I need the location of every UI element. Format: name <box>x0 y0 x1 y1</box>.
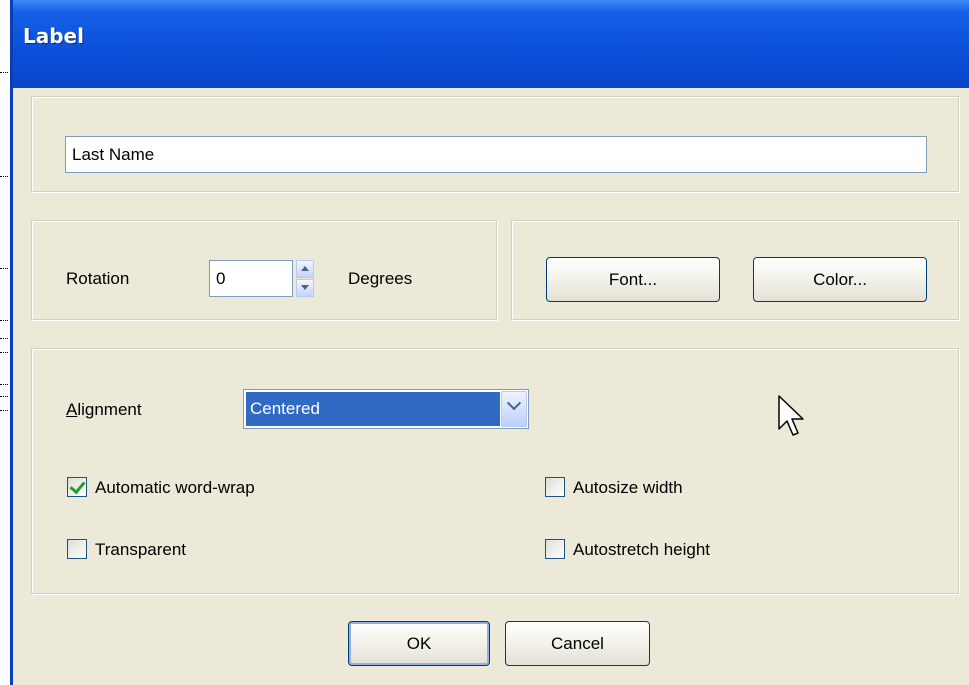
strip-mark <box>0 338 8 339</box>
autosize-width-checkbox[interactable] <box>545 477 565 497</box>
strip-mark <box>0 396 8 397</box>
automatic-word-wrap-checkbox[interactable] <box>67 477 87 497</box>
color-button[interactable]: Color... <box>753 257 927 302</box>
window-title: Label <box>23 24 84 48</box>
strip-mark <box>0 72 8 73</box>
alignment-options-group: Alignment Centered Automatic word-wrap T… <box>31 348 959 594</box>
chevron-down-icon <box>506 396 522 411</box>
strip-mark <box>0 384 8 385</box>
mouse-pointer-icon <box>778 395 804 436</box>
alignment-label-rest: lignment <box>77 400 142 419</box>
ok-button[interactable]: OK <box>348 621 490 666</box>
dropdown-button[interactable] <box>501 391 527 427</box>
label-dialog: Label Last Name Rotation 0 Degrees Font.… <box>10 0 969 685</box>
spin-up-icon[interactable] <box>296 260 314 278</box>
background-strip <box>0 0 10 685</box>
strip-mark <box>0 268 8 269</box>
cancel-button[interactable]: Cancel <box>505 621 650 666</box>
alignment-selected-value: Centered <box>246 392 500 426</box>
autostretch-height-checkbox[interactable] <box>545 539 565 559</box>
strip-mark <box>0 176 8 177</box>
alignment-select[interactable]: Centered <box>243 389 529 429</box>
label-text-group: Last Name <box>31 96 959 192</box>
autosize-width-label[interactable]: Autosize width <box>573 478 683 498</box>
strip-mark <box>0 410 8 411</box>
alignment-label: Alignment <box>66 400 142 420</box>
degrees-label: Degrees <box>348 269 413 288</box>
transparent-label[interactable]: Transparent <box>95 540 186 560</box>
label-text-input[interactable]: Last Name <box>65 136 927 173</box>
strip-mark <box>0 352 8 353</box>
autostretch-height-label[interactable]: Autostretch height <box>573 540 710 560</box>
font-color-group: Font... Color... <box>511 220 959 320</box>
transparent-checkbox[interactable] <box>67 539 87 559</box>
automatic-word-wrap-label[interactable]: Automatic word-wrap <box>95 478 255 498</box>
rotation-group: Rotation 0 Degrees <box>31 220 497 320</box>
strip-mark <box>0 320 8 321</box>
font-button[interactable]: Font... <box>546 257 720 302</box>
checkmark-icon <box>69 477 86 495</box>
dialog-client-area: Last Name Rotation 0 Degrees Font... Col… <box>13 88 969 685</box>
spin-down-icon[interactable] <box>296 279 314 297</box>
rotation-input[interactable]: 0 <box>209 260 293 297</box>
alignment-access-key: A <box>66 400 78 419</box>
rotation-label: Rotation <box>66 269 130 288</box>
title-bar[interactable]: Label <box>13 0 969 88</box>
